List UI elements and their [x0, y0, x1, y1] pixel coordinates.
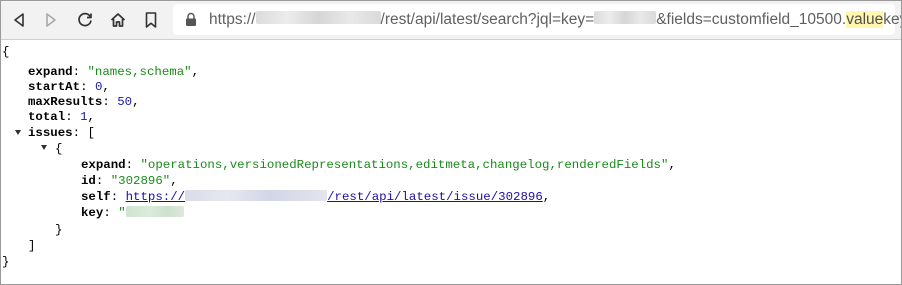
bookmark-button[interactable]	[139, 8, 163, 32]
json-row-expand: expand: "names,schema",	[28, 65, 200, 79]
address-text[interactable]: https:// /rest/api/latest/search?jql=key=…	[209, 11, 901, 29]
json-key: startAt	[28, 80, 81, 94]
home-icon	[110, 13, 126, 27]
json-issue-open-brace: {	[55, 142, 63, 156]
browser-toolbar: https:// /rest/api/latest/search?jql=key=…	[1, 1, 901, 40]
json-string-value: "operations,versionedRepresentations,edi…	[140, 158, 669, 172]
json-string-value: "302896"	[110, 174, 171, 188]
link-path: /rest/api/latest/issue/302896	[327, 190, 543, 204]
json-row-issue-self: self: https:///rest/api/latest/issue/302…	[81, 190, 551, 204]
json-key: expand	[81, 158, 126, 172]
json-close-bracket: ]	[28, 239, 36, 253]
json-row-issue-key: key: "	[81, 206, 184, 221]
redacted-issue-key	[125, 206, 184, 217]
json-row-maxresults: maxResults: 50,	[28, 95, 140, 109]
reload-icon	[78, 12, 92, 27]
url-highlight: value	[846, 11, 884, 28]
json-key: self	[81, 190, 111, 204]
browser-window: https:// /rest/api/latest/search?jql=key=…	[0, 0, 902, 285]
json-viewer: { expand: "names,schema", startAt: 0, ma…	[1, 40, 901, 284]
bookmark-icon	[145, 12, 157, 28]
address-bar[interactable]: https:// /rest/api/latest/search?jql=key=…	[173, 4, 901, 35]
json-row-issues: issues: [	[28, 126, 95, 140]
json-string-value: "names,schema"	[87, 65, 192, 79]
lock-icon	[186, 12, 196, 26]
json-key: id	[81, 174, 96, 188]
redacted-host	[185, 190, 328, 201]
link-prefix: https://	[125, 190, 186, 204]
json-row-total: total: 1,	[28, 110, 95, 124]
url-path: /rest/api/latest/search?jql=key=	[380, 11, 595, 28]
reload-button[interactable]	[73, 8, 97, 32]
collapse-toggle-icon[interactable]	[15, 130, 21, 135]
redacted-issue-key	[594, 11, 657, 24]
json-key: maxResults	[28, 95, 103, 109]
json-self-link[interactable]: https:// /rest/api/latest/issue/302896	[126, 190, 543, 204]
json-number-value: 50	[117, 95, 133, 109]
json-key: key	[81, 206, 104, 220]
json-key: issues	[28, 126, 73, 140]
back-button[interactable]	[7, 8, 31, 32]
json-open-bracket: [	[87, 126, 95, 140]
json-key: expand	[28, 65, 73, 79]
json-close-brace: }	[2, 255, 10, 269]
home-button[interactable]	[106, 8, 130, 32]
json-number-value: 1	[80, 110, 88, 124]
json-open-brace: {	[2, 45, 10, 59]
json-key: total	[28, 110, 66, 124]
forward-arrow-icon	[46, 13, 56, 27]
redacted-host	[255, 11, 381, 24]
url-suffix: key	[883, 11, 901, 28]
back-arrow-icon	[14, 13, 24, 27]
url-query: &fields=customfield_10500.	[656, 11, 847, 28]
json-row-issue-expand: expand: "operations,versionedRepresentat…	[81, 158, 676, 172]
collapse-toggle-icon[interactable]	[41, 145, 47, 150]
json-issue-close-brace: }	[55, 223, 63, 237]
json-row-startat: startAt: 0,	[28, 80, 110, 94]
forward-button[interactable]	[39, 8, 63, 32]
json-row-issue-id: id: "302896",	[81, 174, 178, 188]
json-string-value: "	[118, 206, 126, 220]
url-prefix: https://	[209, 11, 256, 28]
